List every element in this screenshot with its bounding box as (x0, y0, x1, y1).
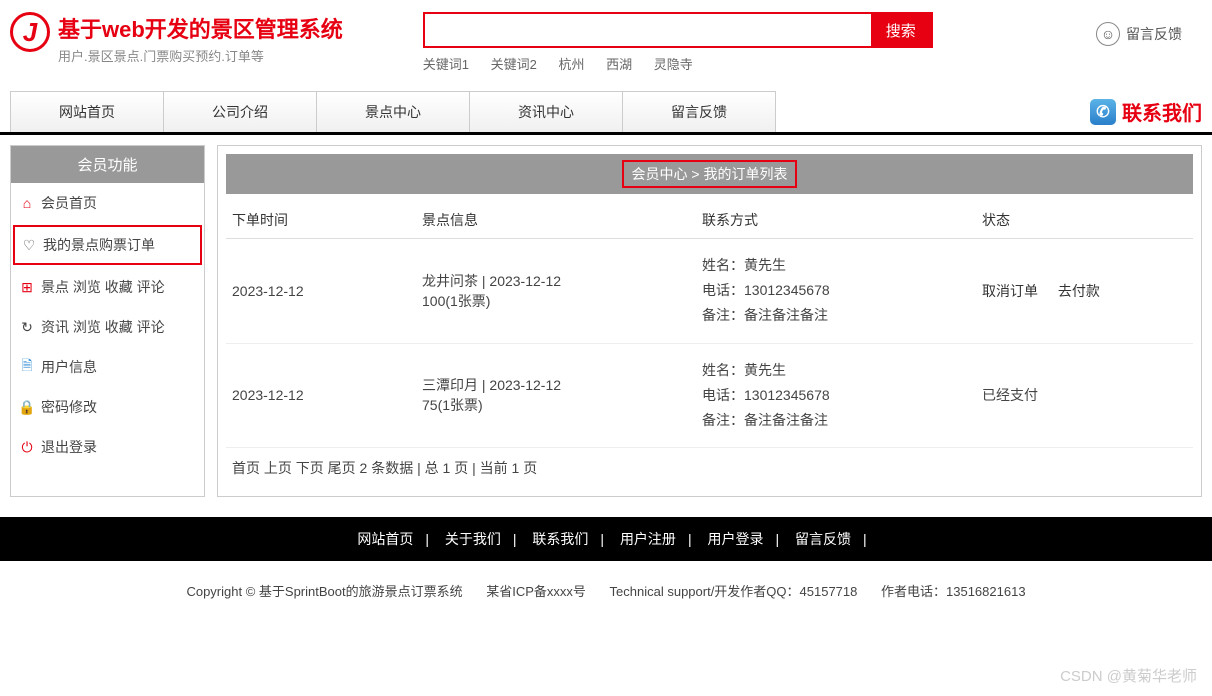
sidebar: 会员功能 ⌂ 会员首页 ♡ 我的景点购票订单 ⊞ 景点 浏览 收藏 评论 ↻ 资… (10, 145, 205, 497)
refresh-icon: ↻ (19, 319, 35, 335)
sidebar-item-logout[interactable]: ⏻ 退出登录 (11, 427, 204, 467)
cancel-order-link[interactable]: 取消订单 (982, 283, 1038, 299)
header: J 基于web开发的景区管理系统 用户.景区景点.门票购买预约.订单等 搜索 关… (0, 0, 1212, 81)
heart-icon: ♡ (21, 237, 37, 253)
pagination[interactable]: 首页 上页 下页 尾页 2 条数据 | 总 1 页 | 当前 1 页 (226, 448, 1193, 488)
feedback-link[interactable]: ☺ 留言反馈 (1096, 12, 1202, 46)
keywords-row: 关键词1 关键词2 杭州 西湖 灵隐寺 (423, 54, 933, 73)
site-subtitle: 用户.景区景点.门票购买预约.订单等 (58, 46, 343, 65)
cell-status: 已经支付 (976, 343, 1193, 448)
sidebar-item-label: 我的景点购票订单 (43, 235, 155, 255)
nav-tab-spots[interactable]: 景点中心 (317, 92, 470, 132)
sidebar-item-label: 资讯 浏览 收藏 评论 (41, 317, 165, 337)
breadcrumb-current: 我的订单列表 (703, 166, 787, 182)
cell-status: 取消订单 去付款 (976, 239, 1193, 344)
lock-icon: 🔒 (19, 399, 35, 415)
content: 会员功能 ⌂ 会员首页 ♡ 我的景点购票订单 ⊞ 景点 浏览 收藏 评论 ↻ 资… (0, 135, 1212, 507)
main-panel: 会员中心 > 我的订单列表 下单时间 景点信息 联系方式 状态 2023-12-… (217, 145, 1202, 497)
footer-link[interactable]: 用户注册 (608, 531, 688, 547)
nav-tab-news[interactable]: 资讯中心 (470, 92, 623, 132)
sidebar-item-label: 会员首页 (41, 193, 97, 213)
col-spot-info: 景点信息 (416, 202, 696, 239)
feedback-label: 留言反馈 (1126, 24, 1182, 44)
sidebar-title: 会员功能 (11, 146, 204, 183)
home-icon: ⌂ (19, 195, 35, 211)
copyright: Copyright © 基于SprintBoot的旅游景点订票系统 (186, 584, 462, 599)
sidebar-item-user[interactable]: 🗎 用户信息 (11, 347, 204, 387)
document-icon: 🗎 (19, 359, 35, 375)
table-row: 2023-12-12 三潭印月 | 2023-12-12 75(1张票) 姓名：… (226, 343, 1193, 448)
col-status: 状态 (976, 202, 1193, 239)
footer-link[interactable]: 联系我们 (520, 531, 600, 547)
footer-link[interactable]: 用户登录 (695, 531, 775, 547)
sidebar-item-orders[interactable]: ♡ 我的景点购票订单 (13, 225, 202, 265)
nav-tab-home[interactable]: 网站首页 (11, 92, 164, 132)
nav-tab-feedback[interactable]: 留言反馈 (623, 92, 775, 132)
support: Technical support/开发作者QQ：45157718 (610, 584, 858, 599)
search-input[interactable] (425, 14, 871, 46)
search-button[interactable]: 搜索 (871, 14, 931, 46)
search-area: 搜索 关键词1 关键词2 杭州 西湖 灵隐寺 (423, 12, 933, 73)
pay-link[interactable]: 去付款 (1058, 283, 1100, 299)
sidebar-item-news[interactable]: ↻ 资讯 浏览 收藏 评论 (11, 307, 204, 347)
sidebar-item-label: 密码修改 (41, 397, 97, 417)
cell-spot-info: 三潭印月 | 2023-12-12 75(1张票) (416, 343, 696, 448)
keyword-link[interactable]: 杭州 (559, 57, 585, 72)
orders-table: 下单时间 景点信息 联系方式 状态 2023-12-12 龙井问茶 | 2023… (226, 202, 1193, 448)
contact-us[interactable]: ✆ 联系我们 (1090, 97, 1202, 126)
table-row: 2023-12-12 龙井问茶 | 2023-12-12 100(1张票) 姓名… (226, 239, 1193, 344)
logo-icon: J (10, 12, 50, 52)
power-icon: ⏻ (19, 439, 35, 455)
keyword-link[interactable]: 关键词1 (423, 57, 469, 72)
sidebar-item-home[interactable]: ⌂ 会员首页 (11, 183, 204, 223)
keyword-link[interactable]: 灵隐寺 (654, 57, 693, 72)
footer-link[interactable]: 关于我们 (433, 531, 513, 547)
col-order-time: 下单时间 (226, 202, 416, 239)
keyword-link[interactable]: 西湖 (606, 57, 632, 72)
breadcrumb-prefix: 会员中心 > (632, 166, 704, 182)
cell-order-time: 2023-12-12 (226, 343, 416, 448)
footer-link[interactable]: 网站首页 (345, 531, 425, 547)
headset-icon: ☺ (1096, 22, 1120, 46)
nav-tab-company[interactable]: 公司介绍 (164, 92, 317, 132)
icp: 某省ICP备xxxx号 (486, 584, 586, 599)
breadcrumb: 会员中心 > 我的订单列表 (226, 154, 1193, 194)
grid-icon: ⊞ (19, 279, 35, 295)
col-contact: 联系方式 (696, 202, 976, 239)
author-phone: 作者电话：13516821613 (881, 584, 1026, 599)
site-title: 基于web开发的景区管理系统 (58, 12, 343, 44)
logo-area: J 基于web开发的景区管理系统 用户.景区景点.门票购买预约.订单等 (10, 12, 343, 65)
footer-nav: 网站首页| 关于我们| 联系我们| 用户注册| 用户登录| 留言反馈| (0, 517, 1212, 561)
sidebar-item-label: 退出登录 (41, 437, 97, 457)
cell-contact: 姓名：黄先生 电话：13012345678 备注：备注备注备注 (696, 343, 976, 448)
contact-label: 联系我们 (1122, 97, 1202, 126)
watermark: CSDN @黄菊华老师 (1060, 665, 1197, 686)
keyword-link[interactable]: 关键词2 (491, 57, 537, 72)
nav-tabs: 网站首页 公司介绍 景点中心 资讯中心 留言反馈 (10, 91, 776, 132)
sidebar-item-password[interactable]: 🔒 密码修改 (11, 387, 204, 427)
sidebar-item-label: 用户信息 (41, 357, 97, 377)
nav-bar: 网站首页 公司介绍 景点中心 资讯中心 留言反馈 ✆ 联系我们 (0, 91, 1212, 135)
phone-icon: ✆ (1090, 99, 1116, 125)
sidebar-item-spots[interactable]: ⊞ 景点 浏览 收藏 评论 (11, 267, 204, 307)
cell-spot-info: 龙井问茶 | 2023-12-12 100(1张票) (416, 239, 696, 344)
cell-contact: 姓名：黄先生 电话：13012345678 备注：备注备注备注 (696, 239, 976, 344)
cell-order-time: 2023-12-12 (226, 239, 416, 344)
footer-link[interactable]: 留言反馈 (783, 531, 863, 547)
sidebar-item-label: 景点 浏览 收藏 评论 (41, 277, 165, 297)
footer-info: Copyright © 基于SprintBoot的旅游景点订票系统 某省ICP备… (0, 561, 1212, 630)
